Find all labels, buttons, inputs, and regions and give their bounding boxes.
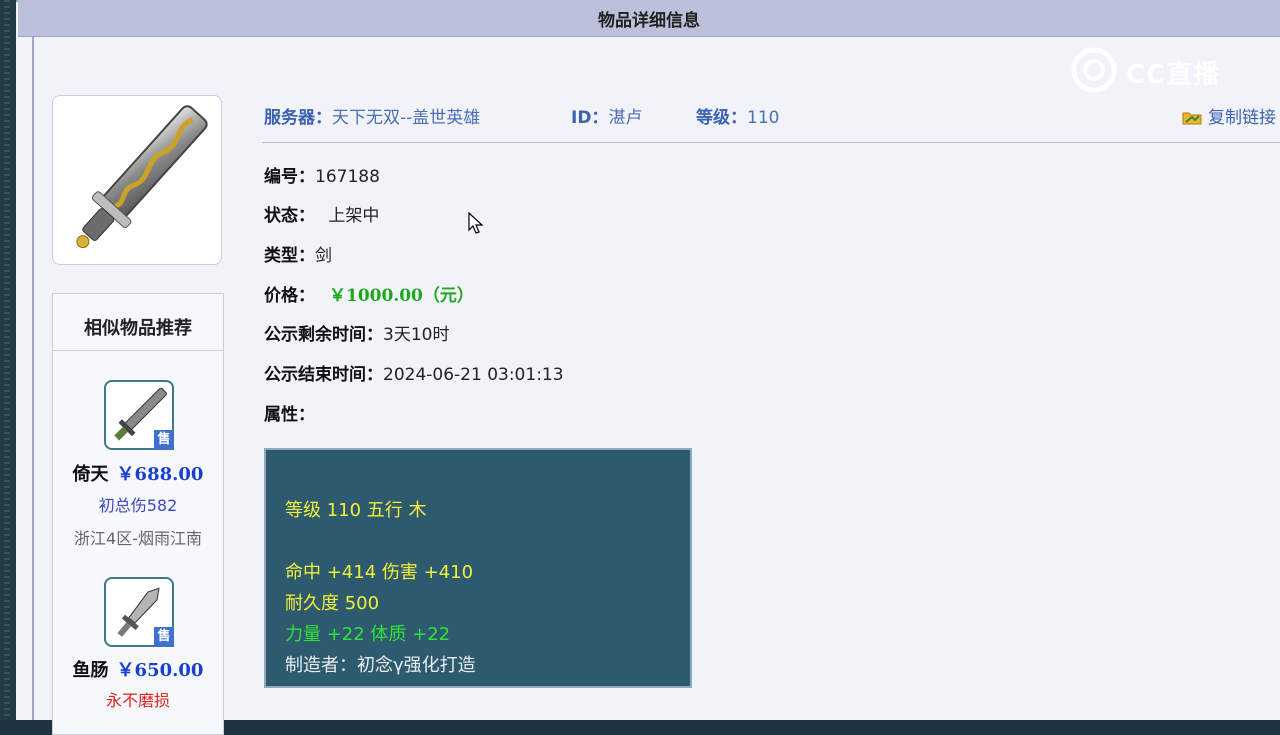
divider [53,350,223,351]
type-value: 剑 [315,246,332,266]
rec-item-2-title[interactable]: 鱼肠 [73,660,109,681]
attr-level-element: 等级 110 五行 木 [285,500,427,521]
remaining-time-value: 3天10时 [383,325,450,345]
status-row: 状态： 上架中 [264,201,379,226]
server-value: 天下无双--盖世英雄 [332,108,481,128]
level-field: 等级：110 [696,103,779,128]
page-title: 物品详细信息 [598,11,700,31]
level-label: 等级： [696,108,747,128]
frame-border [32,0,34,720]
status-label: 状态： [264,206,315,226]
watermark-text: CC直播 [1126,60,1221,90]
rec-item-2-price: ￥650.00 [116,660,204,681]
rec-item-1-title[interactable]: 倚天 [73,464,109,485]
item-image [52,95,222,265]
end-time-value: 2024-06-21 03:01:13 [383,365,564,385]
folder-icon [1182,112,1202,125]
id-label: ID： [571,108,609,128]
rec-item-1-name[interactable]: 倚天 ￥688.00 [53,460,223,486]
type-row: 类型：剑 [264,241,332,266]
number-label: 编号： [264,167,315,187]
copy-link-label[interactable]: 复制链接 [1208,108,1276,128]
price-row: 价格： ￥1000.00（元） [264,281,474,306]
server-label: 服务器： [264,108,332,128]
rec-item-1-price: ￥688.00 [116,464,204,485]
mouse-cursor-icon [468,212,484,234]
rec-item-2-icon[interactable]: 售 [104,577,174,647]
attr-hit-damage: 命中 +414 伤害 +410 [285,562,474,583]
id-field: ID：湛卢 [571,103,642,128]
number-row: 编号：167188 [264,162,380,187]
rec-item-2-desc: 永不磨损 [105,691,170,710]
rec-item-1-server: 浙江4区-烟雨江南 [74,529,202,548]
end-time-row: 公示结束时间：2024-06-21 03:01:13 [264,360,564,385]
similar-items-title: 相似物品推荐 [84,318,192,339]
cc-logo-icon [1071,47,1117,93]
attributes-label: 属性： [264,405,315,425]
server-field: 服务器：天下无双--盖世英雄 [264,103,480,128]
attr-strength-constitution: 力量 +22 体质 +22 [285,624,451,645]
attributes-row: 属性： [264,400,315,425]
cc-live-watermark: CC直播 [1070,46,1240,94]
left-window-edge [0,0,16,720]
title-bar: 物品详细信息 [18,0,1280,37]
status-value: 上架中 [328,206,380,226]
price-value: ￥1000.00（元） [329,286,474,306]
copy-link-button[interactable]: 复制链接 [1182,103,1276,128]
rec-item-1-desc: 初总伤582 [98,496,178,515]
rec-item-2-name[interactable]: 鱼肠 ￥650.00 [53,656,223,682]
sword-icon [76,105,208,249]
remaining-time-label: 公示剩余时间： [264,325,383,345]
end-time-label: 公示结束时间： [264,365,383,385]
remaining-time-row: 公示剩余时间：3天10时 [264,320,449,345]
attr-durability: 耐久度 500 [285,593,380,614]
similar-items-panel: 相似物品推荐 售 倚天 ￥688.00 初总伤582 浙江4区-烟雨江南 售 鱼… [52,293,224,735]
number-value: 167188 [315,167,380,187]
sale-badge: 售 [154,430,174,450]
attr-maker: 制造者：初念γ强化打造 [285,655,476,676]
rec-item-1-icon[interactable]: 售 [104,380,174,450]
attributes-box: 等级 110 五行 木 命中 +414 伤害 +410 耐久度 500 力量 +… [264,448,692,688]
id-value: 湛卢 [608,108,643,128]
level-value: 110 [747,108,780,128]
header-divider [262,142,1280,143]
sale-badge: 售 [154,627,174,647]
type-label: 类型： [264,246,315,266]
price-label: 价格： [264,286,315,306]
